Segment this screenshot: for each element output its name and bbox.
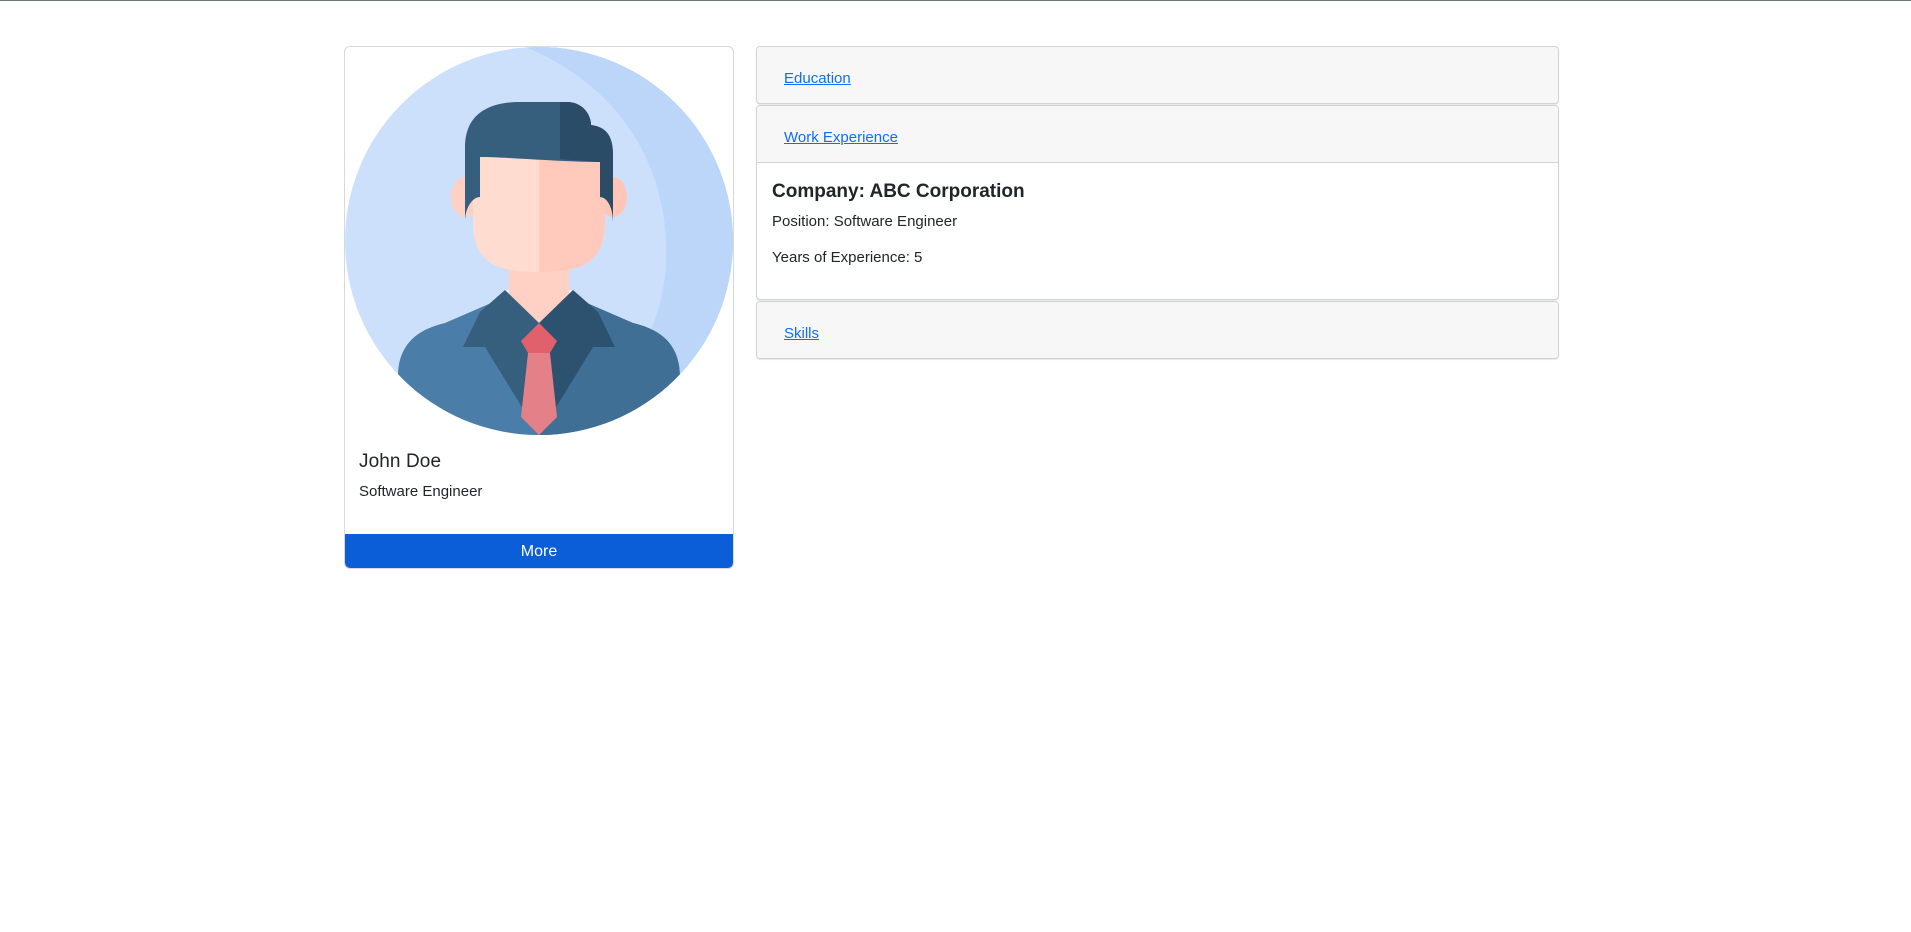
years-experience-text: Years of Experience: 5 <box>772 249 923 266</box>
accordion-header-skills[interactable]: Skills <box>757 302 1558 358</box>
accordion-item-education: Education <box>756 46 1559 104</box>
company-heading: Company: ABC Corporation <box>772 181 1025 202</box>
education-link[interactable]: Education <box>784 70 851 87</box>
accordion-item-work-experience: Work Experience Company: ABC Corporation… <box>756 105 1559 300</box>
businessman-avatar-icon <box>345 47 733 435</box>
position-text: Position: Software Engineer <box>772 213 958 230</box>
top-border <box>0 0 1911 1</box>
accordion-item-skills: Skills <box>756 301 1559 359</box>
more-button[interactable]: More <box>345 534 733 568</box>
work-experience-body: Company: ABC Corporation Position: Softw… <box>757 163 1558 299</box>
work-experience-link[interactable]: Work Experience <box>784 129 898 146</box>
avatar <box>345 47 733 435</box>
profile-name: John Doe <box>359 451 442 472</box>
profile-title: Software Engineer <box>359 483 483 500</box>
profile-card: John Doe Software Engineer More <box>344 46 734 569</box>
skills-link[interactable]: Skills <box>784 325 819 342</box>
accordion-header-work-experience[interactable]: Work Experience <box>757 106 1558 163</box>
accordion-header-education[interactable]: Education <box>757 47 1558 103</box>
accordion: Education Work Experience Company: ABC C… <box>756 46 1559 360</box>
